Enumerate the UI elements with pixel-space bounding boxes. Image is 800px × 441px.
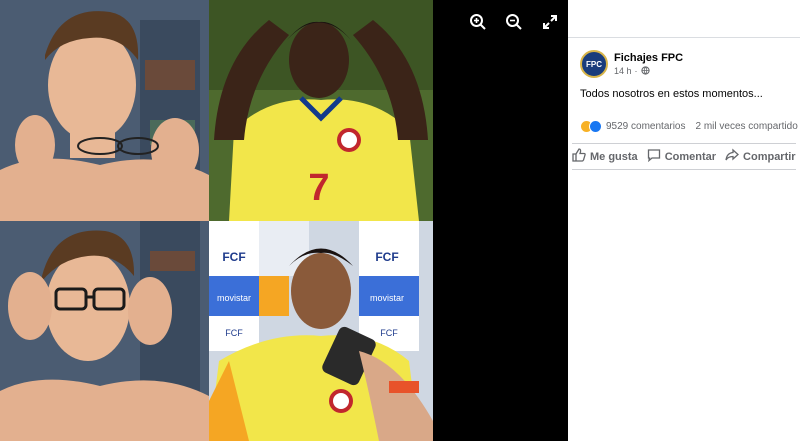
sponsor-text: FCF bbox=[225, 328, 243, 338]
sponsor-text: FCF bbox=[380, 328, 398, 338]
avatar[interactable]: FPC bbox=[580, 50, 608, 78]
meme-panel-3 bbox=[0, 221, 209, 441]
comment-count[interactable]: 9529 comentarios bbox=[606, 121, 686, 132]
comment-icon bbox=[647, 148, 661, 165]
share-icon bbox=[725, 148, 740, 165]
like-icon bbox=[589, 120, 602, 133]
reaction-icons[interactable] bbox=[580, 120, 602, 133]
share-count[interactable]: 2 mil veces compartido bbox=[696, 121, 798, 132]
meme-panel-1 bbox=[0, 0, 209, 221]
share-button[interactable]: Compartir bbox=[725, 148, 796, 165]
author-name[interactable]: Fichajes FPC bbox=[614, 52, 683, 64]
globe-icon bbox=[640, 65, 650, 77]
meme-panel-2: 7 bbox=[209, 0, 433, 221]
meme-image: 7 FCF FCF movistar FCF movistar FCF bbox=[0, 0, 433, 441]
separator: · bbox=[634, 66, 638, 76]
sponsor-text: FCF bbox=[222, 250, 245, 264]
like-button[interactable]: Me gusta bbox=[572, 148, 638, 165]
comment-button[interactable]: Comentar bbox=[647, 148, 716, 165]
sponsor-text: movistar bbox=[370, 293, 404, 303]
like-label: Me gusta bbox=[590, 150, 638, 163]
post-meta: 14 h · bbox=[614, 65, 683, 77]
post-sidebar: FPC Fichajes FPC 14 h · Todos nosotros e… bbox=[568, 0, 800, 441]
post-actions: Me gusta Comentar Compartir bbox=[572, 143, 796, 170]
meme-panel-4: FCF FCF movistar FCF movistar FCF bbox=[209, 221, 433, 441]
jersey-number: 7 bbox=[308, 167, 329, 209]
post-text: Todos nosotros en estos momentos... bbox=[580, 88, 763, 100]
sponsor-text: movistar bbox=[217, 293, 251, 303]
photo-viewer[interactable]: 7 FCF FCF movistar FCF movistar FCF bbox=[0, 0, 568, 441]
post-time[interactable]: 14 h bbox=[614, 66, 632, 76]
author-info: Fichajes FPC 14 h · bbox=[614, 52, 683, 77]
fullscreen-icon[interactable] bbox=[540, 12, 560, 32]
zoom-in-icon[interactable] bbox=[468, 12, 488, 32]
zoom-out-icon[interactable] bbox=[504, 12, 524, 32]
share-label: Compartir bbox=[743, 150, 796, 163]
viewer-toolbar bbox=[468, 12, 560, 32]
comment-label: Comentar bbox=[664, 150, 717, 163]
post-author: FPC Fichajes FPC 14 h · bbox=[568, 38, 800, 78]
post-stats: 9529 comentarios 2 mil veces compartido bbox=[568, 100, 800, 133]
thumbs-up-icon bbox=[572, 148, 586, 165]
sponsor-text: FCF bbox=[375, 250, 398, 264]
sidebar-topbar bbox=[568, 0, 800, 38]
avatar-text: FPC bbox=[586, 59, 602, 69]
